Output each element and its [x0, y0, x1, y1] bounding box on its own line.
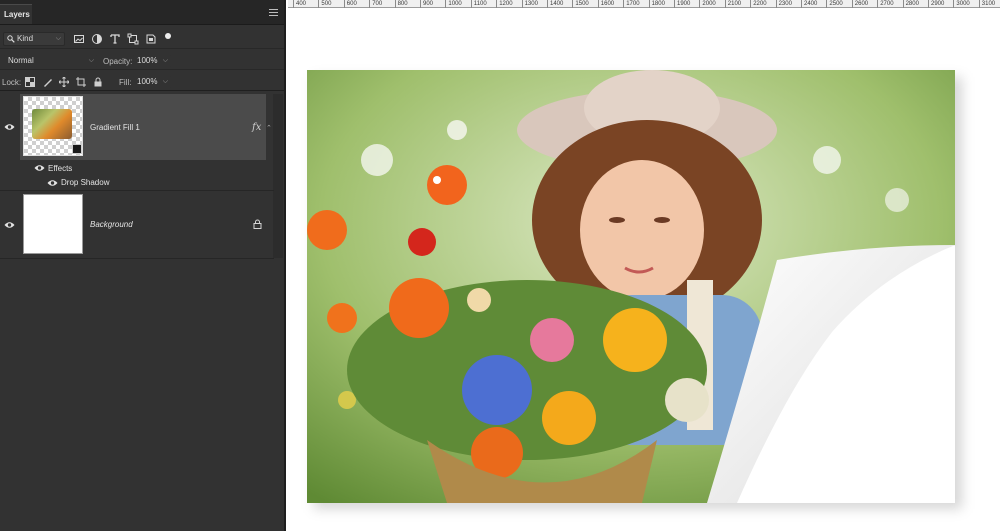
layer-row-background[interactable]: Background	[0, 191, 284, 258]
ruler-tick-label: 2600	[851, 0, 868, 8]
fill-value: 100%	[137, 77, 158, 86]
panel-tab-bar: Layers	[0, 0, 284, 25]
ruler-tick-label: 1000	[445, 0, 462, 8]
thumbnail-photo	[32, 109, 72, 139]
fill-label: Fill:	[119, 78, 132, 87]
lock-all-icon[interactable]	[93, 77, 103, 87]
layer-thumbnail	[23, 194, 83, 254]
fx-icon[interactable]: fx	[252, 122, 261, 133]
chevron-down-icon: ⌵	[162, 78, 168, 85]
ruler-tick-label: 1900	[674, 0, 690, 8]
smart-object-badge-icon	[72, 144, 82, 154]
fill-field[interactable]: 100% ⌵	[132, 75, 172, 89]
eye-icon[interactable]	[47, 179, 58, 187]
ruler-tick-label: 2800	[902, 0, 919, 8]
layer-thumbnail	[23, 96, 83, 156]
photo-girl-with-flower-basket	[307, 70, 955, 503]
ruler-tick-label: 400	[293, 0, 306, 8]
eye-icon[interactable]	[34, 164, 45, 172]
canvas-photo	[307, 70, 955, 503]
tab-layers-label: Layers	[4, 10, 30, 19]
lock-position-icon[interactable]	[59, 77, 69, 87]
ruler-tick-label: 500	[318, 0, 331, 8]
ruler-tick-label: 2200	[750, 0, 767, 8]
ruler-tick-label: 1200	[496, 0, 513, 8]
ruler-tick-label: 2000	[699, 0, 716, 8]
chevron-down-icon: ⌵	[162, 57, 168, 64]
type-filter-icon[interactable]	[109, 33, 121, 45]
effects-row[interactable]: Effects	[0, 161, 284, 175]
ruler-tick-label: 1800	[648, 0, 665, 8]
opacity-value: 100%	[137, 56, 158, 65]
ruler-tick-label: 700	[369, 0, 382, 8]
opacity-field[interactable]: 100% ⌵	[132, 54, 172, 68]
ruler-tick-label: 900	[420, 0, 433, 8]
ruler-tick-label: 1700	[623, 0, 640, 8]
horizontal-ruler: 400 500 600 700 800 900 1000 1100 1200 1300 1400 15…	[288, 0, 1000, 8]
divider	[0, 258, 274, 259]
hamburger-icon[interactable]	[269, 9, 278, 16]
filter-kind-value: Kind	[17, 34, 34, 43]
opacity-label: Opacity:	[103, 57, 133, 66]
lock-artboard-icon[interactable]	[76, 77, 86, 87]
lock-icon[interactable]	[253, 219, 262, 229]
chevron-down-icon: ⌵	[55, 35, 61, 42]
filter-row: Kind ⌵	[0, 29, 284, 49]
chevron-down-icon: ⌵	[88, 57, 94, 64]
blend-mode-dropdown[interactable]: Normal ⌵	[3, 54, 98, 68]
layer-row-gradient-fill[interactable]: Gradient Fill 1 fx ⌃	[0, 94, 284, 160]
shape-filter-icon[interactable]	[127, 33, 139, 45]
ruler-tick-label: 1300	[521, 0, 538, 8]
blend-mode-value: Normal	[8, 56, 34, 65]
filter-toggle-dot-icon[interactable]	[162, 31, 174, 43]
ruler-tick-label: 1600	[597, 0, 614, 8]
drop-shadow-row[interactable]: Drop Shadow	[0, 175, 284, 189]
ruler-tick-label: 1400	[547, 0, 563, 8]
lock-row: Lock: Fill: 100% ⌵	[0, 73, 284, 91]
ruler-tick-label: 1100	[470, 0, 487, 8]
lock-transparent-pixels-icon[interactable]	[25, 77, 35, 87]
image-filter-icon[interactable]	[73, 33, 85, 45]
chevron-up-icon[interactable]: ⌃	[266, 124, 272, 132]
effects-label: Effects	[48, 164, 73, 173]
eye-icon[interactable]	[4, 221, 15, 229]
ruler-tick-label: 3100	[978, 0, 995, 8]
ruler-tick-label: 2400	[801, 0, 817, 8]
blend-row: Normal ⌵ Opacity: 100% ⌵	[0, 52, 284, 70]
adjustment-filter-icon[interactable]	[91, 33, 103, 45]
layer-name[interactable]: Gradient Fill 1	[90, 123, 140, 132]
lock-image-pixels-icon[interactable]	[43, 77, 53, 87]
ruler-tick-label: 2300	[775, 0, 792, 8]
ruler-tick-label: 1500	[572, 0, 589, 8]
drop-shadow-label: Drop Shadow	[61, 178, 110, 187]
layers-panel: Layers Kind ⌵ Normal ⌵ Opacity: 100% ⌵ L…	[0, 0, 286, 531]
ruler-tick-label: 600	[343, 0, 357, 8]
search-icon	[7, 35, 15, 43]
ruler-tick-label: 2700	[877, 0, 894, 8]
tab-layers[interactable]: Layers	[0, 4, 32, 24]
eye-icon[interactable]	[4, 123, 15, 131]
filter-kind-dropdown[interactable]: Kind ⌵	[3, 32, 65, 46]
ruler-tick-label: 800	[394, 0, 408, 8]
ruler-tick-label: 3000	[953, 0, 970, 8]
ruler-tick-label: 2900	[928, 0, 944, 8]
ruler-tick-label: 2100	[724, 0, 741, 8]
smart-object-filter-icon[interactable]	[145, 33, 157, 45]
layer-name[interactable]: Background	[90, 220, 133, 229]
lock-label: Lock:	[2, 78, 22, 87]
ruler-tick-label: 2500	[826, 0, 843, 8]
